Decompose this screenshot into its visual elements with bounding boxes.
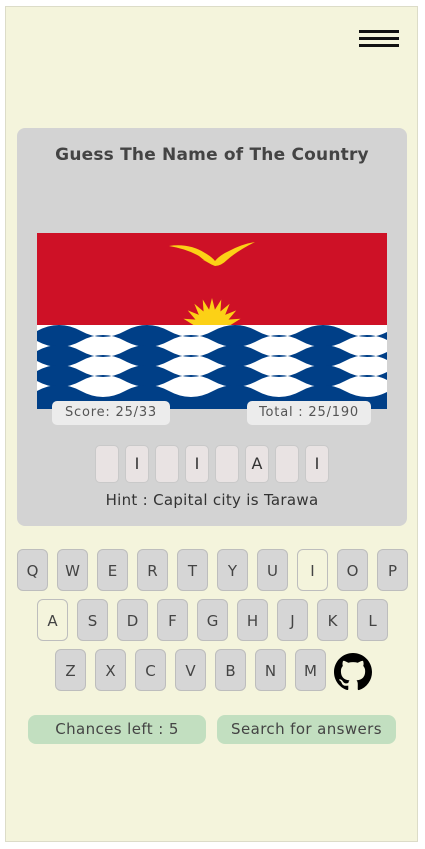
answer-slot: I — [305, 445, 329, 483]
answer-slot: I — [125, 445, 149, 483]
answer-slot: I — [185, 445, 209, 483]
key-w[interactable]: W — [57, 549, 88, 591]
page-title: Guess The Name of The Country — [55, 145, 369, 165]
key-o[interactable]: O — [337, 549, 368, 591]
key-j[interactable]: J — [277, 599, 308, 641]
key-u[interactable]: U — [257, 549, 288, 591]
key-b[interactable]: B — [215, 649, 246, 691]
key-y[interactable]: Y — [217, 549, 248, 591]
key-s[interactable]: S — [77, 599, 108, 641]
score-badge: Score: 25/33 — [52, 401, 170, 425]
key-x[interactable]: X — [95, 649, 126, 691]
key-z[interactable]: Z — [55, 649, 86, 691]
chances-left-badge: Chances left : 5 — [28, 715, 206, 744]
hamburger-menu-icon[interactable] — [359, 30, 399, 48]
github-icon[interactable] — [334, 653, 372, 691]
key-e[interactable]: E — [97, 549, 128, 591]
key-h[interactable]: H — [237, 599, 268, 641]
game-card: Guess The Name of The Country Score: 25/… — [17, 128, 407, 526]
answer-slot: A — [245, 445, 269, 483]
key-i[interactable]: I — [297, 549, 328, 591]
answer-slot — [275, 445, 299, 483]
answer-slot — [215, 445, 239, 483]
key-l[interactable]: L — [357, 599, 388, 641]
key-p[interactable]: P — [377, 549, 408, 591]
answer-slot — [155, 445, 179, 483]
key-a[interactable]: A — [37, 599, 68, 641]
key-t[interactable]: T — [177, 549, 208, 591]
key-k[interactable]: K — [317, 599, 348, 641]
kiribati-flag — [37, 233, 387, 409]
key-f[interactable]: F — [157, 599, 188, 641]
key-g[interactable]: G — [197, 599, 228, 641]
key-d[interactable]: D — [117, 599, 148, 641]
key-r[interactable]: R — [137, 549, 168, 591]
total-badge: Total : 25/190 — [247, 401, 371, 425]
key-c[interactable]: C — [135, 649, 166, 691]
key-m[interactable]: M — [295, 649, 326, 691]
hint-text: Hint : Capital city is Tarawa — [105, 491, 319, 509]
search-answers-button[interactable]: Search for answers — [217, 715, 396, 744]
key-q[interactable]: Q — [17, 549, 48, 591]
key-n[interactable]: N — [255, 649, 286, 691]
key-v[interactable]: V — [175, 649, 206, 691]
answer-slot — [95, 445, 119, 483]
